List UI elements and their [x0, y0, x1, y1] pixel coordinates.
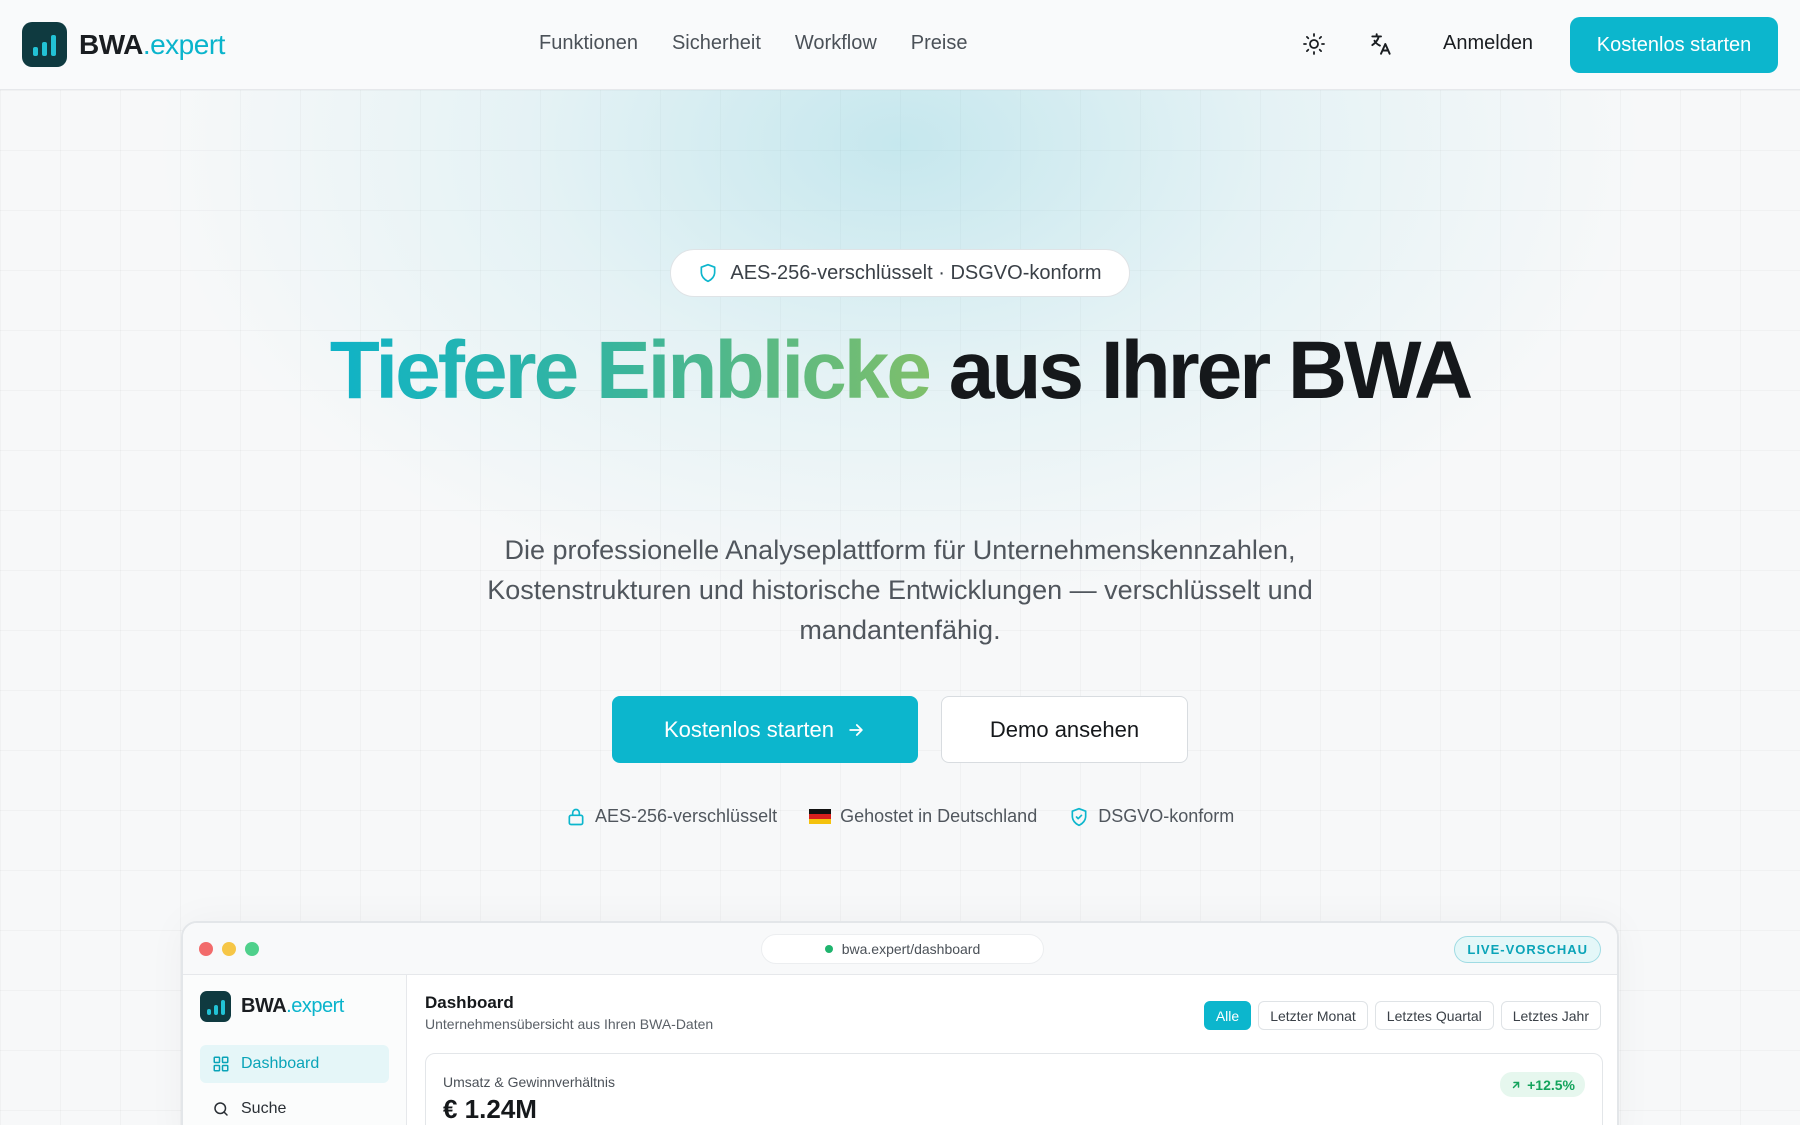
- sidebar-item-dashboard[interactable]: Dashboard: [200, 1045, 389, 1083]
- security-badge: AES-256-verschlüsselt · DSGVO-konform: [670, 249, 1130, 297]
- sidebar-item-label: Suche: [241, 1100, 287, 1117]
- trust-label-gdpr: DSGVO-konform: [1098, 806, 1235, 826]
- filter-all[interactable]: Alle: [1203, 1001, 1252, 1030]
- preview-logo: BWA.expert: [200, 991, 344, 1022]
- login-link[interactable]: Anmelden: [1443, 32, 1533, 55]
- preview-logo-wordmark: BWA.expert: [241, 995, 344, 1017]
- revenue-card-label: Umsatz & Gewinnverhältnis: [443, 1074, 615, 1090]
- trust-label-encryption: AES-256-verschlüsselt: [595, 806, 778, 826]
- arrow-up-right-icon: [1512, 1081, 1520, 1088]
- logo-chart-icon: [200, 991, 231, 1022]
- url-text: bwa.expert/dashboard: [841, 941, 981, 957]
- hero-subtitle: Die professionelle Analyseplattform für …: [487, 535, 1313, 645]
- filter-last-quarter[interactable]: Letztes Quartal: [1374, 1001, 1494, 1030]
- theme-toggle-sun-icon[interactable]: [1300, 30, 1328, 58]
- dashboard-preview-window: bwa.expert/dashboard LIVE-VORSCHAU BWA.e…: [181, 921, 1619, 1125]
- preview-sidebar: BWA.expert Dashboard Suche: [183, 975, 407, 1125]
- filter-last-month[interactable]: Letzter Monat: [1258, 1001, 1368, 1030]
- url-bar: bwa.expert/dashboard: [761, 934, 1044, 964]
- nav-link-sicherheit[interactable]: Sicherheit: [672, 32, 761, 55]
- hero-title-rest: aus Ihrer BWA: [928, 325, 1473, 416]
- sidebar-item-label: Dashboard: [241, 1055, 320, 1072]
- trust-indicators: AES-256-verschlüsselt Gehostet in Deutsc…: [566, 806, 1234, 827]
- live-preview-badge: LIVE-VORSCHAU: [1454, 936, 1601, 963]
- hero-signup-button[interactable]: Kostenlos starten: [612, 696, 918, 763]
- dashboard-subtitle: Unternehmensübersicht aus Ihren BWA-Date…: [425, 1016, 714, 1032]
- window-title-bar: bwa.expert/dashboard LIVE-VORSCHAU: [183, 923, 1617, 975]
- grid-icon: [213, 1056, 229, 1072]
- revenue-card[interactable]: Umsatz & Gewinnverhältnis € 1.24M +12.5%: [425, 1053, 1603, 1125]
- logo-wordmark: BWA.expert: [79, 28, 225, 60]
- header-signup-button[interactable]: Kostenlos starten: [1570, 17, 1778, 73]
- nav-link-preise[interactable]: Preise: [911, 32, 968, 55]
- filter-last-year[interactable]: Letztes Jahr: [1500, 1001, 1601, 1030]
- top-navigation-bar: BWA.expert Funktionen Sicherheit Workflo…: [0, 0, 1800, 90]
- demo-button[interactable]: Demo ansehen: [941, 696, 1188, 763]
- trust-item-encryption: AES-256-verschlüsselt: [566, 806, 777, 827]
- arrow-right-icon: [849, 723, 863, 736]
- security-badge-text: AES-256-verschlüsselt · DSGVO-konform: [730, 261, 1102, 284]
- window-close-dot: [199, 942, 213, 956]
- trust-item-gdpr: DSGVO-konform: [1069, 806, 1234, 827]
- trust-label-hosting: Gehostet in Deutschland: [840, 806, 1038, 826]
- status-dot-icon: [824, 945, 833, 953]
- lock-icon: [568, 808, 584, 825]
- shield-icon: [700, 263, 716, 283]
- site-logo[interactable]: BWA.expert: [22, 22, 225, 67]
- shield-check-icon: [1071, 807, 1087, 826]
- revenue-delta-badge: +12.5%: [1500, 1072, 1585, 1097]
- sidebar-item-search[interactable]: Suche: [200, 1090, 389, 1125]
- window-maximize-dot: [245, 942, 259, 956]
- main-nav: Funktionen Sicherheit Workflow Preise: [539, 32, 967, 55]
- search-icon: [214, 1102, 228, 1116]
- revenue-card-value: € 1.24M: [443, 1094, 537, 1124]
- nav-link-workflow[interactable]: Workflow: [795, 32, 877, 55]
- nav-link-funktionen[interactable]: Funktionen: [539, 32, 638, 55]
- logo-chart-icon: [22, 22, 67, 67]
- dashboard-title: Dashboard: [425, 993, 514, 1012]
- window-minimize-dot: [222, 942, 236, 956]
- revenue-delta-value: +12.5%: [1527, 1076, 1575, 1093]
- language-translate-icon[interactable]: [1367, 30, 1395, 58]
- trust-item-hosting: Gehostet in Deutschland: [809, 806, 1037, 827]
- hero-title-accent: Tiefere Einblicke: [329, 325, 932, 416]
- hero-signup-label: Kostenlos starten: [664, 716, 834, 742]
- period-filter-group: Alle Letzter Monat Letztes Quartal Letzt…: [1203, 1001, 1601, 1030]
- germany-flag-icon: [809, 809, 832, 824]
- hero-title: Tiefere Einblicke aus Ihrer BWA: [200, 330, 1600, 412]
